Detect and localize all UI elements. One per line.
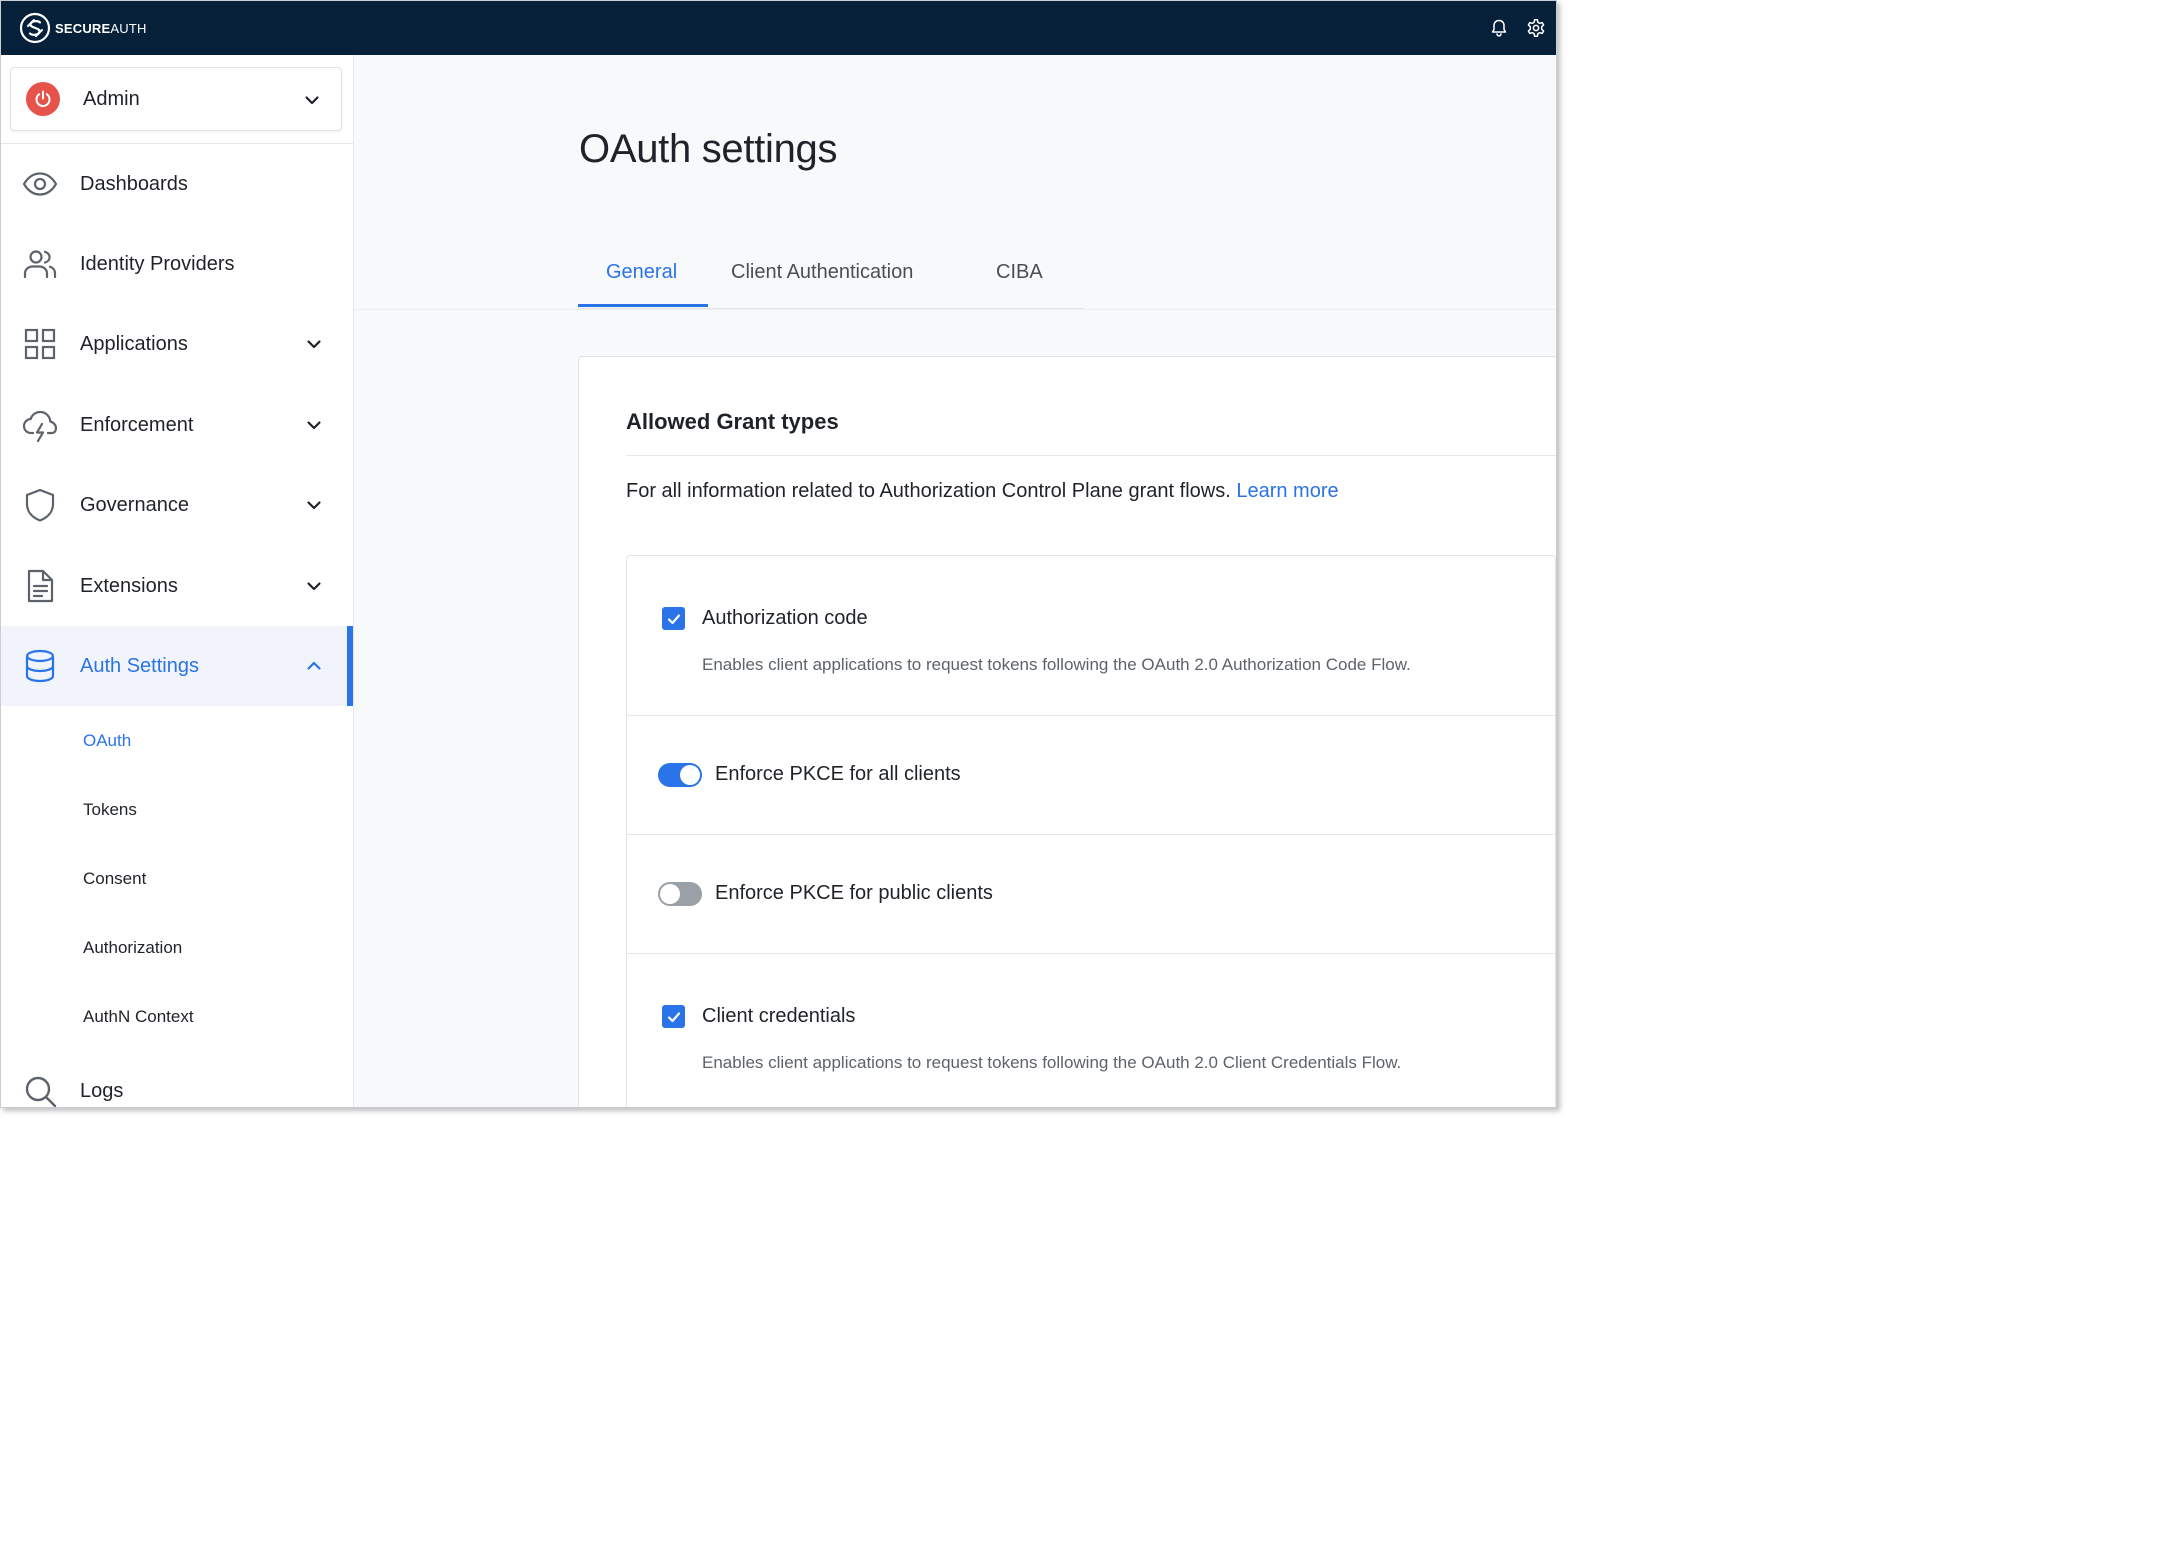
sidebar-item-auth-settings[interactable]: Auth Settings bbox=[1, 626, 353, 706]
gear-icon[interactable] bbox=[1526, 18, 1546, 38]
sidebar-item-dashboards[interactable]: Dashboards bbox=[1, 144, 353, 224]
toggle-knob bbox=[680, 765, 700, 785]
checkmark-icon bbox=[667, 613, 680, 624]
sidebar-item-label: Dashboards bbox=[80, 172, 188, 195]
sidebar-subitem-tokens[interactable]: Tokens bbox=[83, 800, 137, 820]
learn-more-link[interactable]: Learn more bbox=[1236, 480, 1338, 502]
pkce-all-clients-toggle[interactable] bbox=[658, 763, 702, 787]
chevron-down-icon[interactable] bbox=[305, 577, 323, 595]
eye-icon bbox=[22, 172, 58, 196]
option-label: Client credentials bbox=[702, 1005, 856, 1027]
sidebar-item-label: Extensions bbox=[80, 574, 178, 597]
tab-bar: General Client Authentication CIBA bbox=[578, 251, 1084, 309]
client-credentials-checkbox[interactable] bbox=[662, 1005, 685, 1028]
secureauth-logo-icon bbox=[19, 12, 51, 44]
org-avatar bbox=[26, 82, 60, 116]
shield-icon bbox=[25, 488, 55, 522]
option-help: Enables client applications to request t… bbox=[702, 1053, 1402, 1072]
users-icon bbox=[23, 250, 57, 279]
sidebar-item-extensions[interactable]: Extensions bbox=[1, 546, 353, 626]
option-authorization-code: Authorization code Enables client applic… bbox=[627, 556, 1555, 716]
option-label: Authorization code bbox=[702, 607, 868, 629]
sidebar-item-label: Governance bbox=[80, 493, 189, 516]
sidebar-item-label: Applications bbox=[80, 332, 188, 355]
grid-icon bbox=[24, 328, 56, 360]
sidebar-subitem-oauth[interactable]: OAuth bbox=[83, 731, 131, 751]
sidebar-item-enforcement[interactable]: Enforcement bbox=[1, 385, 353, 465]
bell-icon[interactable] bbox=[1489, 18, 1509, 38]
brand-name: SECUREAUTH bbox=[55, 21, 147, 36]
card-divider bbox=[626, 455, 1556, 456]
active-indicator bbox=[347, 626, 353, 706]
database-icon bbox=[25, 649, 55, 683]
page-title: OAuth settings bbox=[579, 127, 838, 171]
option-pkce-all-clients: Enforce PKCE for all clients bbox=[627, 716, 1555, 835]
sidebar-item-governance[interactable]: Governance bbox=[1, 465, 353, 545]
org-label: Admin bbox=[83, 87, 140, 110]
cloud-lightning-icon bbox=[22, 410, 58, 443]
option-label: Enforce PKCE for public clients bbox=[715, 882, 993, 904]
tab-general[interactable]: General bbox=[606, 261, 677, 284]
chevron-down-icon[interactable] bbox=[305, 496, 323, 514]
chevron-down-icon[interactable] bbox=[305, 335, 323, 353]
top-bar: SECUREAUTH bbox=[1, 1, 1556, 55]
card-title: Allowed Grant types bbox=[626, 409, 839, 434]
option-label: Enforce PKCE for all clients bbox=[715, 763, 961, 785]
toggle-knob bbox=[660, 884, 680, 904]
org-selector[interactable]: Admin bbox=[10, 67, 342, 131]
sidebar-item-logs[interactable]: Logs bbox=[1, 1051, 353, 1107]
search-icon bbox=[25, 1076, 57, 1107]
chevron-down-icon[interactable] bbox=[305, 416, 323, 434]
brand-logo[interactable]: SECUREAUTH bbox=[19, 12, 147, 44]
chevron-down-icon bbox=[305, 96, 319, 105]
grant-types-card: Allowed Grant types For all information … bbox=[578, 356, 1556, 1107]
sidebar: Admin Dashboards Identity Providers Appl… bbox=[1, 55, 354, 1107]
grant-options-list: Authorization code Enables client applic… bbox=[626, 555, 1556, 1107]
sidebar-subitem-authorization[interactable]: Authorization bbox=[83, 938, 182, 958]
sidebar-item-label: Identity Providers bbox=[80, 252, 235, 275]
card-description: For all information related to Authoriza… bbox=[626, 480, 1339, 503]
tab-ciba[interactable]: CIBA bbox=[996, 261, 1043, 284]
checkmark-icon bbox=[667, 1011, 680, 1022]
active-tab-indicator bbox=[578, 304, 708, 307]
brand-name-light: AUTH bbox=[110, 20, 147, 36]
sidebar-subitem-authn-context[interactable]: AuthN Context bbox=[83, 1007, 194, 1027]
content-divider bbox=[354, 309, 1556, 310]
pkce-public-clients-toggle[interactable] bbox=[658, 882, 702, 906]
power-icon bbox=[35, 90, 51, 107]
sidebar-item-label: Enforcement bbox=[80, 413, 194, 436]
option-pkce-public-clients: Enforce PKCE for public clients bbox=[627, 835, 1555, 954]
app-window: SECUREAUTH Admin Dashboards Identity Pro… bbox=[0, 0, 1557, 1108]
chevron-up-icon[interactable] bbox=[305, 657, 323, 675]
sidebar-item-label: Auth Settings bbox=[80, 654, 199, 677]
card-description-text: For all information related to Authoriza… bbox=[626, 480, 1231, 502]
sidebar-item-label: Logs bbox=[80, 1079, 124, 1102]
tab-client-authentication[interactable]: Client Authentication bbox=[731, 261, 913, 284]
sidebar-subitem-consent[interactable]: Consent bbox=[83, 869, 146, 889]
brand-name-strong: SECURE bbox=[55, 20, 111, 36]
sidebar-item-identity-providers[interactable]: Identity Providers bbox=[1, 224, 353, 304]
option-client-credentials: Client credentials Enables client applic… bbox=[627, 954, 1555, 1107]
authorization-code-checkbox[interactable] bbox=[662, 607, 685, 630]
option-help: Enables client applications to request t… bbox=[702, 655, 1411, 674]
sidebar-item-applications[interactable]: Applications bbox=[1, 304, 353, 384]
document-icon bbox=[27, 569, 54, 603]
